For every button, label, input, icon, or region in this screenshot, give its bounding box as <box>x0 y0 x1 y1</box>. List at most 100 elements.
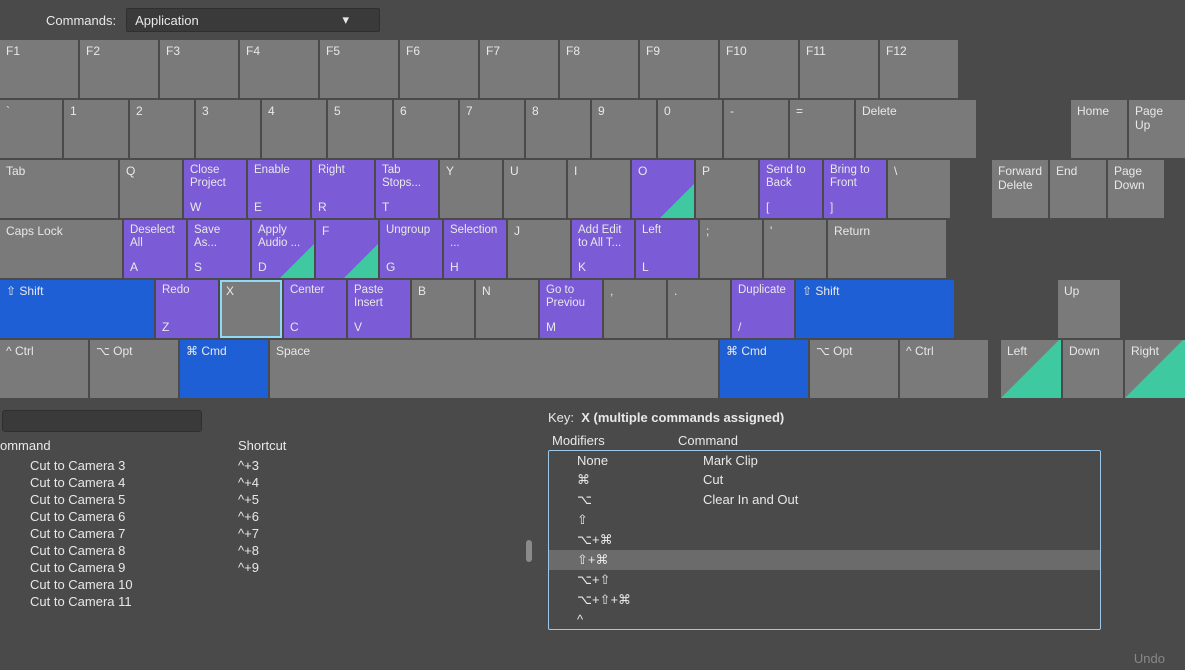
command-row[interactable]: Cut to Camera 7^+7 <box>0 525 548 542</box>
key-f7[interactable]: F7 <box>480 40 558 98</box>
key-y[interactable]: Y <box>440 160 502 218</box>
key-4[interactable]: 4 <box>262 100 326 158</box>
key-space[interactable]: Space <box>270 340 718 398</box>
key-i[interactable]: I <box>568 160 630 218</box>
key-h[interactable]: Selection ...H <box>444 220 506 278</box>
modifiers-table[interactable]: NoneMark Clip⌘Cut⌥Clear In and Out⇧⌥+⌘⇧+… <box>548 450 1101 630</box>
key-f11[interactable]: F11 <box>800 40 878 98</box>
key-a[interactable]: Deselect AllA <box>124 220 186 278</box>
command-row[interactable]: Cut to Camera 3^+3 <box>0 457 548 474</box>
key-home[interactable]: Home <box>1071 100 1127 158</box>
key-g[interactable]: UngroupG <box>380 220 442 278</box>
key-r[interactable]: RightR <box>312 160 374 218</box>
key-delete[interactable]: Delete <box>856 100 976 158</box>
modifier-row[interactable]: ⌥+⇧ <box>549 570 1100 590</box>
modifier-row[interactable]: NoneMark Clip <box>549 451 1100 470</box>
key-0[interactable]: 0 <box>658 100 722 158</box>
key--[interactable]: \ <box>888 160 950 218</box>
command-row[interactable]: Cut to Camera 11 <box>0 593 548 610</box>
key-w[interactable]: Close ProjectW <box>184 160 246 218</box>
key-b[interactable]: B <box>412 280 474 338</box>
key--[interactable]: ` <box>0 100 62 158</box>
key--shift[interactable]: ⇧ Shift <box>0 280 154 338</box>
key--[interactable]: = <box>790 100 854 158</box>
commands-select[interactable]: Application ▾ <box>126 8 380 32</box>
key-j[interactable]: J <box>508 220 570 278</box>
key-u[interactable]: U <box>504 160 566 218</box>
modifier-row[interactable]: ^ <box>549 610 1100 629</box>
key-f5[interactable]: F5 <box>320 40 398 98</box>
key-return[interactable]: Return <box>828 220 946 278</box>
key-9[interactable]: 9 <box>592 100 656 158</box>
command-row[interactable]: Cut to Camera 4^+4 <box>0 474 548 491</box>
search-input[interactable] <box>2 410 202 432</box>
key--opt[interactable]: ⌥ Opt <box>810 340 898 398</box>
key-f1[interactable]: F1 <box>0 40 78 98</box>
key-s[interactable]: Save As...S <box>188 220 250 278</box>
key-m[interactable]: Go to PreviouM <box>540 280 602 338</box>
key--[interactable]: Bring to Front] <box>824 160 886 218</box>
key-f2[interactable]: F2 <box>80 40 158 98</box>
key--[interactable]: , <box>604 280 666 338</box>
key-left[interactable]: Left <box>1001 340 1061 398</box>
key-f4[interactable]: F4 <box>240 40 318 98</box>
key-end[interactable]: End <box>1050 160 1106 218</box>
key-f3[interactable]: F3 <box>160 40 238 98</box>
key-k[interactable]: Add Edit to All T...K <box>572 220 634 278</box>
key-f[interactable]: F <box>316 220 378 278</box>
key--cmd[interactable]: ⌘ Cmd <box>180 340 268 398</box>
key--[interactable]: . <box>668 280 730 338</box>
key-p[interactable]: P <box>696 160 758 218</box>
key--opt[interactable]: ⌥ Opt <box>90 340 178 398</box>
key--[interactable]: - <box>724 100 788 158</box>
key-3[interactable]: 3 <box>196 100 260 158</box>
key-f10[interactable]: F10 <box>720 40 798 98</box>
key-f12[interactable]: F12 <box>880 40 958 98</box>
key-f6[interactable]: F6 <box>400 40 478 98</box>
key-tab[interactable]: Tab <box>0 160 118 218</box>
key-up[interactable]: Up <box>1058 280 1120 338</box>
key--[interactable]: ; <box>700 220 762 278</box>
key--[interactable]: Duplicate/ <box>732 280 794 338</box>
key--ctrl[interactable]: ^ Ctrl <box>900 340 988 398</box>
modifier-row[interactable]: ⌥Clear In and Out <box>549 490 1100 510</box>
key-down[interactable]: Down <box>1063 340 1123 398</box>
key-q[interactable]: Q <box>120 160 182 218</box>
command-row[interactable]: Cut to Camera 8^+8 <box>0 542 548 559</box>
modifier-row[interactable]: ⌥+⇧+⌘ <box>549 590 1100 610</box>
modifier-row[interactable]: ⇧+⌘ <box>549 550 1100 570</box>
key-d[interactable]: Apply Audio ...D <box>252 220 314 278</box>
key-page-up[interactable]: Page Up <box>1129 100 1185 158</box>
scrollbar-thumb[interactable] <box>526 540 532 562</box>
key--ctrl[interactable]: ^ Ctrl <box>0 340 88 398</box>
key-6[interactable]: 6 <box>394 100 458 158</box>
key-forward-delete[interactable]: Forward Delete <box>992 160 1048 218</box>
key-o[interactable]: O <box>632 160 694 218</box>
key-f8[interactable]: F8 <box>560 40 638 98</box>
key-e[interactable]: EnableE <box>248 160 310 218</box>
key-right[interactable]: Right <box>1125 340 1185 398</box>
undo-button[interactable]: Undo <box>1134 651 1165 666</box>
key-l[interactable]: LeftL <box>636 220 698 278</box>
key-n[interactable]: N <box>476 280 538 338</box>
modifier-row[interactable]: ⌥+⌘ <box>549 530 1100 550</box>
key-x[interactable]: X <box>220 280 282 338</box>
command-row[interactable]: Cut to Camera 9^+9 <box>0 559 548 576</box>
key-c[interactable]: CenterC <box>284 280 346 338</box>
key-8[interactable]: 8 <box>526 100 590 158</box>
command-row[interactable]: Cut to Camera 5^+5 <box>0 491 548 508</box>
key-f9[interactable]: F9 <box>640 40 718 98</box>
modifier-row[interactable]: ⌘Cut <box>549 470 1100 490</box>
key-t[interactable]: Tab Stops...T <box>376 160 438 218</box>
key-v[interactable]: Paste InsertV <box>348 280 410 338</box>
command-row[interactable]: Cut to Camera 10 <box>0 576 548 593</box>
modifier-row[interactable]: ⇧ <box>549 510 1100 530</box>
key-caps-lock[interactable]: Caps Lock <box>0 220 122 278</box>
key--[interactable]: Send to Back[ <box>760 160 822 218</box>
key--cmd[interactable]: ⌘ Cmd <box>720 340 808 398</box>
key-2[interactable]: 2 <box>130 100 194 158</box>
key-page-down[interactable]: Page Down <box>1108 160 1164 218</box>
key--[interactable]: ' <box>764 220 826 278</box>
key--shift[interactable]: ⇧ Shift <box>796 280 954 338</box>
key-7[interactable]: 7 <box>460 100 524 158</box>
